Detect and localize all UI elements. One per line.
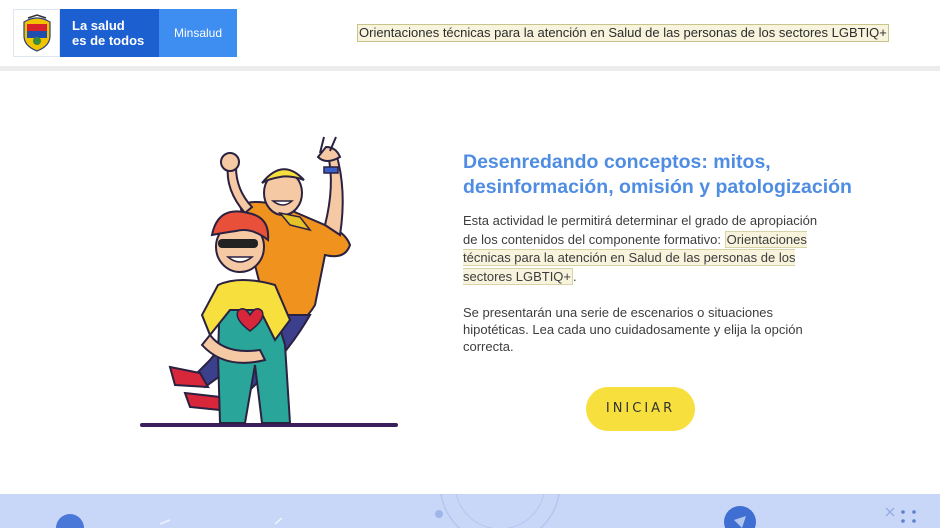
footer-decoration <box>0 494 940 528</box>
header-divider <box>0 66 940 71</box>
logo-ministry: Minsalud <box>159 9 237 57</box>
logo-slogan: La salud es de todos <box>60 9 159 57</box>
minsalud-logo[interactable]: La salud es de todos Minsalud <box>13 9 237 57</box>
celebrating-friends-illustration <box>140 135 400 430</box>
course-title-link[interactable]: Orientaciones técnicas para la atención … <box>357 24 889 42</box>
page-title: Desenredando conceptos: mitos, desinform… <box>463 151 852 198</box>
intro-end: . <box>573 268 577 284</box>
activity-intro: Desenredando conceptos: mitos, desinform… <box>463 150 863 355</box>
start-button[interactable]: INICIAR <box>586 387 695 431</box>
logo-line-2: es de todos <box>72 33 145 48</box>
logo-line-1: La salud <box>72 18 125 33</box>
site-header: La salud es de todos Minsalud Orientacio… <box>0 0 940 66</box>
intro-paragraph: Esta actividad le permitirá determinar e… <box>463 212 823 286</box>
instructions-paragraph: Se presentarán una serie de escenarios o… <box>463 305 803 354</box>
coat-of-arms-icon <box>13 9 60 57</box>
